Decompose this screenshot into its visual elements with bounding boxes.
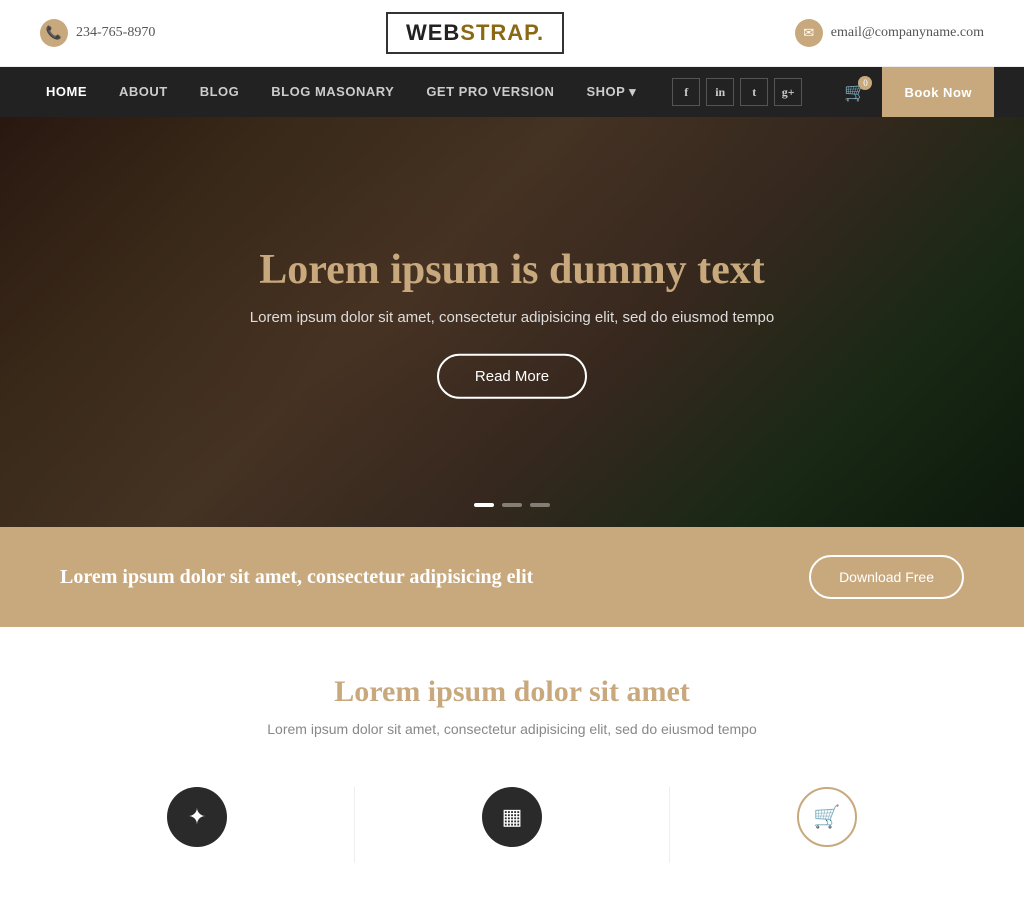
feature-icon-3: 🛒 [797,787,857,847]
top-bar: 📞 234-765-8970 WEBSTRAP. ✉ email@company… [0,0,1024,67]
twitter-link[interactable]: t [740,78,768,106]
hero-dot-3[interactable] [530,503,550,507]
navbar: HOME ABOUT BLOG BLOG MASONARY GET PRO VE… [0,67,1024,117]
phone-icon: 📞 [40,19,68,47]
facebook-link[interactable]: f [672,78,700,106]
banner-text: Lorem ipsum dolor sit amet, consectetur … [60,566,533,589]
social-links: f in t g+ [672,78,802,106]
feature-item-3: 🛒 [670,787,984,863]
googleplus-link[interactable]: g+ [774,78,802,106]
feature-icon-1: ✦ [167,787,227,847]
nav-link-home[interactable]: HOME [30,67,103,117]
features-row: ✦ ▦ 🛒 [0,757,1024,903]
features-section-header: Lorem ipsum dolor sit amet Lorem ipsum d… [0,627,1024,757]
nav-right: 🛒 0 Book Now [844,67,994,117]
nav-item-blog-masonary[interactable]: BLOG MASONARY [255,67,410,117]
hero-title-accent: dummy text [549,247,765,293]
hero-section: Lorem ipsum is dummy text Lorem ipsum do… [0,117,1024,527]
nav-link-blog[interactable]: BLOG [184,67,256,117]
feature-item-2: ▦ [355,787,670,863]
hero-title: Lorem ipsum is dummy text [212,245,812,295]
section-title: Lorem ipsum dolor sit amet [40,675,984,709]
section-title-accent: sit amet [589,675,690,708]
feature-item-1: ✦ [40,787,355,863]
hero-content: Lorem ipsum is dummy text Lorem ipsum do… [212,245,812,399]
section-subtitle: Lorem ipsum dolor sit amet, consectetur … [40,721,984,737]
nav-item-blog[interactable]: BLOG [184,67,256,117]
cart-badge: 0 [858,76,872,90]
phone-contact: 📞 234-765-8970 [40,19,155,47]
hero-dots [474,503,550,507]
book-now-button[interactable]: Book Now [882,67,994,117]
nav-links: HOME ABOUT BLOG BLOG MASONARY GET PRO VE… [30,67,652,117]
nav-link-get-pro[interactable]: GET PRO VERSION [410,67,570,117]
email-address: email@companyname.com [831,25,984,41]
email-contact: ✉ email@companyname.com [795,19,984,47]
nav-item-get-pro[interactable]: GET PRO VERSION [410,67,570,117]
feature-icon-2: ▦ [482,787,542,847]
nav-item-home[interactable]: HOME [30,67,103,117]
nav-item-about[interactable]: ABOUT [103,67,184,117]
hero-cta-button[interactable]: Read More [437,354,587,399]
phone-number: 234-765-8970 [76,25,155,41]
hero-dot-1[interactable] [474,503,494,507]
cart-icon[interactable]: 🛒 0 [844,82,866,103]
linkedin-link[interactable]: in [706,78,734,106]
nav-link-about[interactable]: ABOUT [103,67,184,117]
logo-text: WEBSTRAP. [406,20,544,45]
nav-link-blog-masonary[interactable]: BLOG MASONARY [255,67,410,117]
hero-subtitle: Lorem ipsum dolor sit amet, consectetur … [212,309,812,326]
download-banner: Lorem ipsum dolor sit amet, consectetur … [0,527,1024,627]
download-button[interactable]: Download Free [809,555,964,599]
email-icon: ✉ [795,19,823,47]
nav-item-shop[interactable]: SHOP ▾ [570,67,652,117]
logo[interactable]: WEBSTRAP. [386,12,564,54]
nav-link-shop[interactable]: SHOP ▾ [570,67,652,117]
hero-dot-2[interactable] [502,503,522,507]
